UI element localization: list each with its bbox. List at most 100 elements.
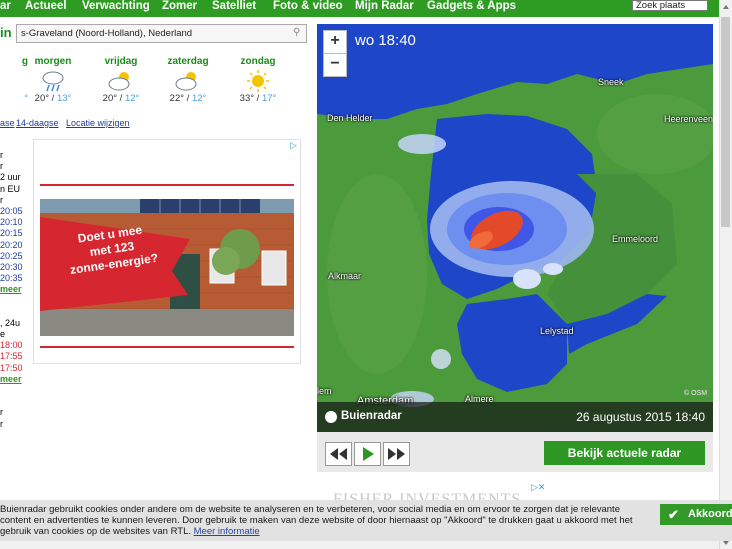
radar-info-bar: Buienradar 26 augustus 2015 18:40	[317, 402, 713, 432]
left-column-row: 17:55	[0, 351, 23, 362]
zoom-in-button[interactable]: +	[323, 30, 347, 54]
forecast-low-temp: 12°	[124, 93, 140, 104]
location-input[interactable]: s-Graveland (Noord-Holland), Nederland	[16, 24, 307, 43]
left-column-row: , 24u	[0, 317, 21, 328]
left-column-row: 20:30	[0, 261, 23, 272]
forward-button[interactable]	[383, 442, 410, 466]
ad-image[interactable]: Doet u mee met 123 zonne-energie?	[40, 199, 294, 336]
forecast-day[interactable]: morgen 20° / 13°	[28, 56, 78, 104]
accept-cookies-button[interactable]: ✔ Akkoord	[660, 504, 732, 525]
nav-item-zomer[interactable]: Zomer	[162, 0, 197, 17]
link-daagse[interactable]: ase	[0, 118, 15, 128]
ad-red-line	[40, 346, 294, 348]
left-column-row: 17:50	[0, 362, 23, 373]
ad-red-line	[40, 184, 294, 186]
forecast-day-name: g	[21, 56, 28, 67]
check-icon: ✔	[668, 507, 679, 522]
forecast-high-temp: 33°	[239, 93, 255, 104]
sun-icon	[233, 69, 283, 92]
forward-icon	[388, 448, 405, 460]
left-column-row: 20:25	[0, 250, 23, 261]
city-label: lem	[317, 386, 332, 396]
nav-item-actueel[interactable]: Actueel	[25, 0, 67, 17]
more-info-link[interactable]: Meer informatie	[194, 526, 260, 537]
forecast-high-temp: 22°	[169, 93, 185, 104]
cookie-banner: Buienradar gebruikt cookies onder andere…	[0, 500, 732, 541]
forecast-low-temp: 13°	[56, 93, 72, 104]
left-column-row: r	[0, 407, 3, 418]
cookie-text: Buienradar gebruikt cookies onder andere…	[0, 504, 633, 537]
view-current-radar-button[interactable]: Bekijk actuele radar	[544, 441, 705, 465]
vertical-scrollbar-thumb[interactable]	[721, 17, 730, 227]
city-label: Lelystad	[540, 326, 574, 336]
rewind-button[interactable]	[325, 442, 352, 466]
radar-time-label: wo 18:40	[355, 32, 416, 49]
horizontal-scrollbar[interactable]	[0, 541, 719, 549]
forecast-day-name: vrijdag	[104, 56, 138, 67]
city-label: Sneek	[598, 77, 624, 87]
map-attribution[interactable]: © OSM	[684, 390, 707, 397]
forecast-high-temp: 20°	[34, 93, 50, 104]
partly-cloudy-icon	[163, 69, 213, 91]
search-icon[interactable]: ⚲	[293, 28, 303, 38]
location-heading: in	[0, 25, 12, 40]
left-column-row	[0, 385, 24, 396]
left-column-row: r	[0, 418, 3, 429]
city-label: Alkmaar	[328, 271, 362, 281]
rewind-icon	[330, 448, 347, 460]
nav-item-satelliet[interactable]: Satelliet	[212, 0, 256, 17]
scroll-down-arrow-icon[interactable]	[723, 541, 729, 545]
left-column-row: 20:05	[0, 205, 23, 216]
city-label: Den Helder	[327, 113, 373, 123]
left-column-row[interactable]: meer	[0, 284, 24, 295]
ad-choices-icon[interactable]: ▷✕	[531, 482, 556, 493]
top-nav-bar: ar Actueel Verwachting Zomer Satelliet F…	[0, 0, 732, 17]
play-button[interactable]	[354, 442, 381, 466]
forecast-day[interactable]: zaterdag 22° / 12°	[163, 56, 213, 104]
left-column-row: 18:00	[0, 340, 23, 351]
accept-label: Akkoord	[688, 508, 732, 520]
city-label: Emmeloord	[612, 234, 659, 244]
radar-timestamp: 26 augustus 2015 18:40	[576, 410, 705, 424]
left-column-row[interactable]: meer	[0, 374, 24, 385]
radar-map[interactable]: + − wo 18:40 Den Helder Sneek Heerenveen…	[317, 24, 713, 432]
buienradar-logo-icon	[325, 411, 337, 423]
left-column-row	[0, 295, 24, 306]
left-column-row: 2 uur	[0, 172, 21, 183]
forecast-day[interactable]: vrijdag 20° / 12°	[96, 56, 146, 104]
forecast-day[interactable]: zondag 33° / 17°	[233, 56, 283, 104]
ad-info-icon[interactable]: ▷	[290, 140, 300, 150]
left-column-row: 20:15	[0, 228, 23, 239]
nav-item-foto-video[interactable]: Foto & video	[273, 0, 343, 17]
search-place-input[interactable]: Zoek plaats	[632, 0, 708, 11]
zoom-out-button[interactable]: −	[323, 53, 347, 77]
nav-item-gadgets-apps[interactable]: Gadgets & Apps	[427, 0, 516, 17]
forecast-low-temp: 17°	[261, 93, 277, 104]
forecast-day[interactable]: g °	[0, 56, 28, 104]
left-column-row: e	[0, 329, 6, 339]
left-column-row: 20:20	[0, 239, 23, 250]
left-column-row: r	[0, 194, 3, 205]
brand-name: Buienradar	[341, 410, 402, 422]
play-icon	[363, 447, 374, 461]
left-info-column: rr2 uur n EU r 20:05 20:10 20:15 20:20 20:25 20:…	[0, 150, 24, 430]
forecast-low-temp: 12°	[191, 93, 207, 104]
city-label: Heerenveen	[664, 114, 713, 124]
nav-item-radar[interactable]: ar	[0, 0, 11, 17]
link-locatie-wijzigen[interactable]: Locatie wijzigen	[66, 118, 130, 128]
nav-item-verwachting[interactable]: Verwachting	[82, 0, 150, 17]
left-column-row: r	[0, 161, 3, 172]
left-column-row: 20:35	[0, 273, 23, 284]
link-14-daagse[interactable]: 14-daagse	[16, 118, 59, 128]
left-column-row: n EU	[0, 183, 21, 194]
nav-item-mijn-radar[interactable]: Mijn Radar	[355, 0, 414, 17]
left-column-row	[0, 396, 24, 407]
left-column-row: 20:10	[0, 217, 23, 228]
left-column-row: r	[0, 150, 3, 160]
rain-cloud-icon	[28, 69, 78, 92]
forecast-high-temp: 20°	[102, 93, 118, 104]
partly-cloudy-icon	[96, 69, 146, 91]
scroll-up-arrow-icon[interactable]	[723, 5, 729, 9]
left-column-row	[0, 307, 24, 318]
forecast-day-name: zaterdag	[167, 56, 209, 67]
